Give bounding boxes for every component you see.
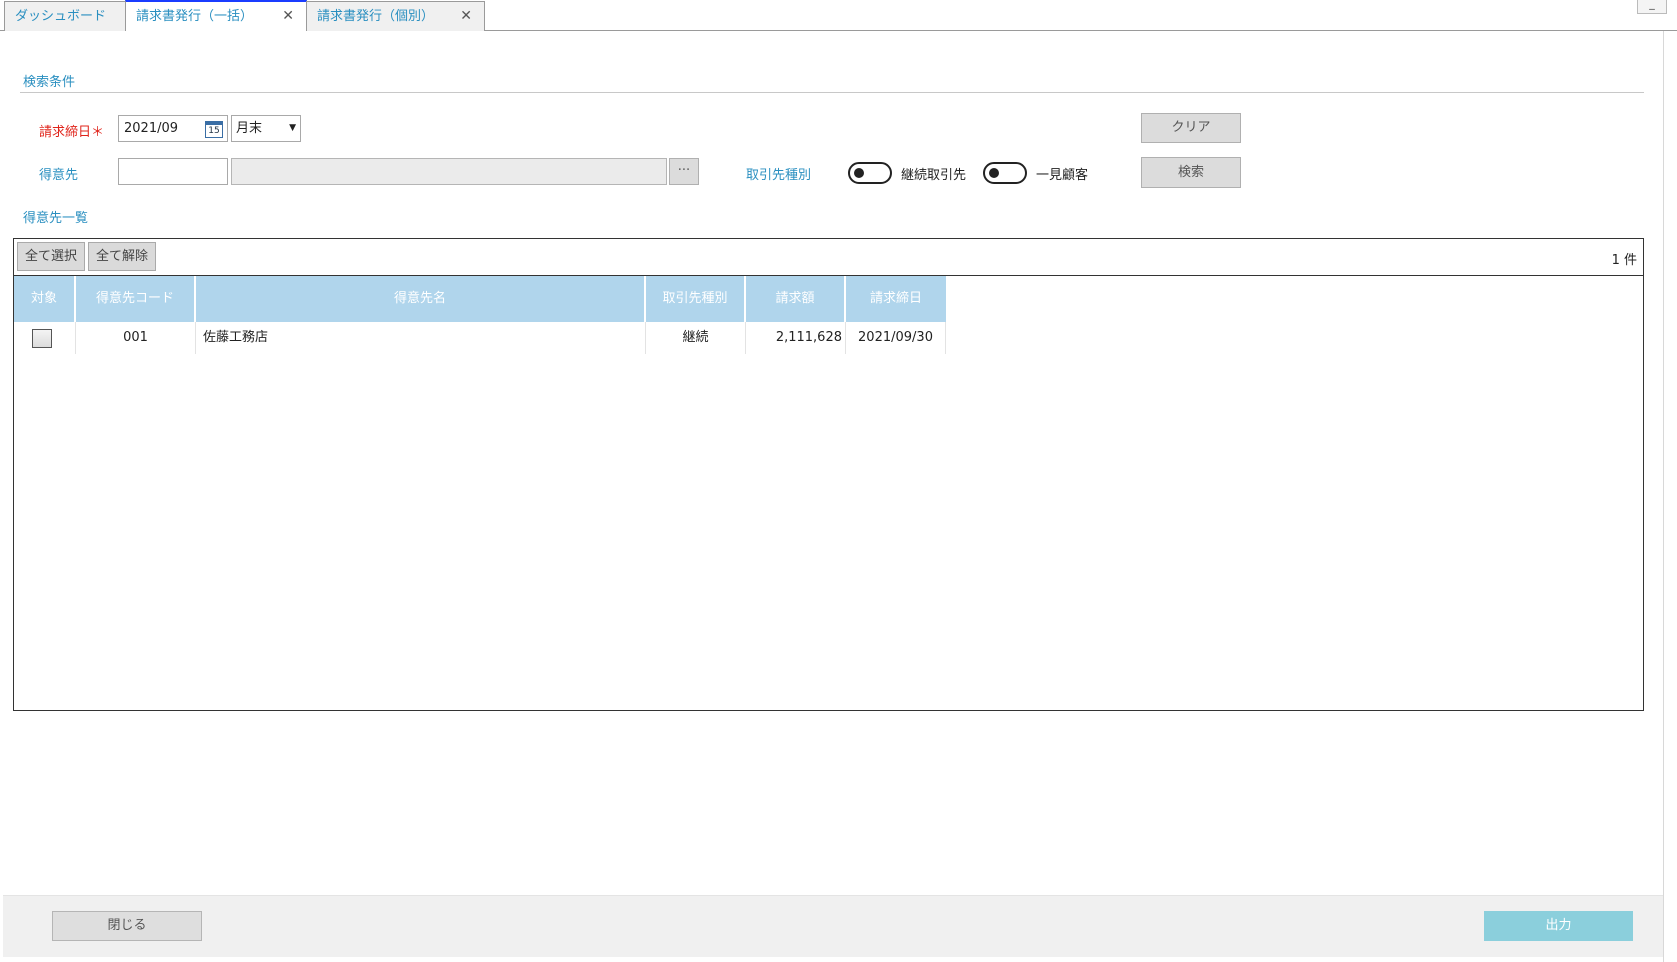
customer-label: 得意先: [39, 168, 79, 183]
chevron-down-icon: ▼: [289, 123, 296, 133]
tab-invoice-individual[interactable]: 請求書発行（個別） ✕: [306, 1, 485, 31]
grid-toolbar: 全て選択 全て解除 1 件: [14, 239, 1643, 276]
search-section-title: 検索条件: [23, 75, 76, 90]
closing-date-value: 2021/09: [124, 121, 179, 136]
partner-type-label: 取引先種別: [746, 168, 812, 183]
column-header-name[interactable]: 得意先名: [196, 276, 646, 322]
list-section-title: 得意先一覧: [23, 211, 89, 226]
tab-label: 請求書発行（個別）: [317, 9, 435, 24]
table-cell-type: 継続: [646, 322, 746, 354]
scrollbar-track: [1663, 31, 1677, 962]
record-count: 1 件: [1611, 253, 1637, 268]
table-row-checkbox-cell: [14, 322, 76, 354]
close-icon[interactable]: ✕: [460, 2, 472, 31]
toggle-knob: [989, 168, 999, 178]
tab-label: ダッシュボード: [15, 9, 107, 24]
cutoff-value: 月末: [236, 121, 263, 136]
tab-invoice-batch[interactable]: 請求書発行（一括） ✕: [125, 0, 307, 31]
column-header-amount[interactable]: 請求額: [746, 276, 846, 322]
column-header-code[interactable]: 得意先コード: [76, 276, 196, 322]
closing-date-label-text: 請求締日: [39, 125, 92, 140]
continuing-partner-toggle[interactable]: [848, 162, 892, 184]
required-mark: ＊: [91, 125, 105, 140]
output-button[interactable]: 出力: [1484, 911, 1633, 941]
one-time-customer-label: 一見顧客: [1036, 168, 1089, 183]
row-checkbox[interactable]: [32, 329, 52, 348]
tab-label: 請求書発行（一括）: [136, 9, 254, 24]
footer-bar: 閉じる 出力: [3, 895, 1663, 957]
table-cell-name: 佐藤工務店: [196, 322, 646, 354]
customer-name-field: [231, 158, 667, 185]
table-cell-amount: 2,111,628: [746, 322, 846, 354]
tab-dashboard[interactable]: ダッシュボード: [4, 1, 126, 31]
customer-browse-button[interactable]: ···: [669, 158, 699, 185]
customer-code-input[interactable]: [118, 158, 228, 185]
table-cell-date: 2021/09/30: [846, 322, 946, 354]
search-button[interactable]: 検索: [1141, 157, 1241, 188]
column-header-date[interactable]: 請求締日: [846, 276, 946, 322]
closing-date-input[interactable]: 2021/09 15: [118, 115, 228, 142]
minimize-icon: _: [1649, 0, 1655, 10]
cutoff-select[interactable]: 月末 ▼: [231, 115, 301, 142]
one-time-customer-toggle[interactable]: [983, 162, 1027, 184]
close-icon[interactable]: ✕: [282, 2, 294, 31]
section-divider: [20, 92, 1644, 93]
closing-date-label: 請求締日＊: [39, 121, 104, 140]
tab-bar: ダッシュボード 請求書発行（一括） ✕ 請求書発行（個別） ✕ _: [0, 0, 1677, 31]
table-cell-code: 001: [76, 322, 196, 354]
select-all-button[interactable]: 全て選択: [17, 242, 85, 271]
continuing-partner-label: 継続取引先: [901, 168, 967, 183]
column-header-target[interactable]: 対象: [14, 276, 76, 322]
column-header-type[interactable]: 取引先種別: [646, 276, 746, 322]
calendar-icon[interactable]: 15: [205, 121, 223, 138]
close-button[interactable]: 閉じる: [52, 911, 202, 941]
clear-button[interactable]: クリア: [1141, 113, 1241, 143]
toggle-knob: [854, 168, 864, 178]
minimize-button[interactable]: _: [1637, 0, 1667, 14]
deselect-all-button[interactable]: 全て解除: [88, 242, 156, 271]
customer-grid: 全て選択 全て解除 1 件 対象 得意先コード 得意先名 取引先種別 請求額 請…: [13, 238, 1644, 711]
